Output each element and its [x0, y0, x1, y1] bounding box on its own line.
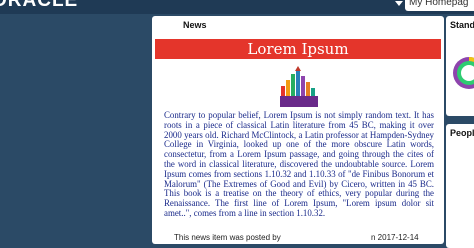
- circular-badge-icon: [453, 57, 474, 89]
- brand-logo[interactable]: ORACLE: [0, 0, 78, 11]
- update-arrow-icon: [295, 66, 301, 71]
- standings-panel: Standi: [446, 16, 474, 116]
- news-panel: News Lorem Ipsum Contrary to popular bel…: [152, 16, 444, 244]
- news-body-text: Contrary to popular belief, Lorem Ipsum …: [164, 111, 434, 218]
- news-title-banner: Lorem Ipsum: [155, 39, 441, 59]
- posted-date: n 2017-12-14: [371, 233, 419, 242]
- my-homepage-label: My Homepag: [409, 0, 469, 8]
- update-base-bar: [280, 96, 318, 107]
- news-section-label: News: [183, 20, 207, 30]
- update-bar-5: [301, 76, 305, 96]
- update-bar-6: [306, 82, 310, 96]
- update-bar-4: [296, 70, 300, 96]
- update-graphic-icon: [280, 66, 318, 107]
- update-bar-1: [281, 86, 285, 96]
- people-panel-title: Peopl: [450, 128, 474, 138]
- update-bar-7: [311, 88, 315, 96]
- top-bar: ORACLE My Homepag: [0, 0, 474, 14]
- standings-panel-title: Standi: [450, 20, 474, 30]
- update-bar-3: [291, 74, 295, 96]
- people-panel: Peopl: [446, 124, 474, 248]
- posted-by-text: This news item was posted by: [174, 233, 281, 242]
- update-bar-2: [286, 80, 290, 96]
- dropdown-caret-icon: [395, 1, 403, 6]
- my-homepage-menu[interactable]: My Homepag: [395, 0, 474, 11]
